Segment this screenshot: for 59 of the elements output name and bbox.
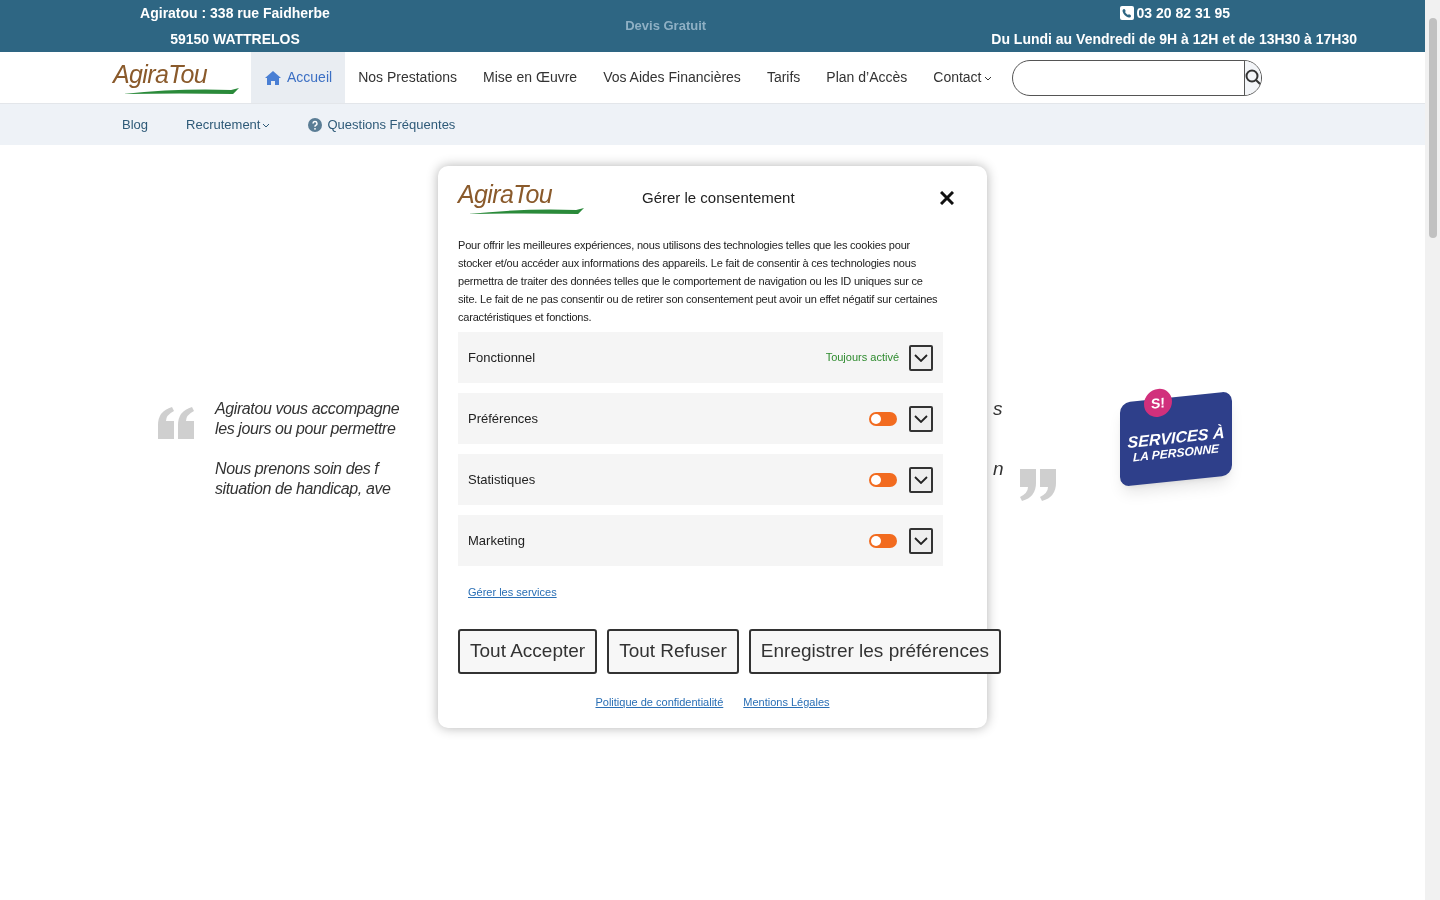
footer-link[interactable]: Politique de confidentialité [595, 693, 724, 710]
chevron-down-icon [914, 475, 928, 484]
consent-description: Pour offrir les meilleures expériences, nous utilisons des technologies telles que les cookies pour stocker et/ou accéder aux informations des appareils. Le fait de consentir à ces technologies nous permettra de traiter des données telles que le comportement de navigation ou les ID uniques sur ce site. Le fait de ne pas consentir ou de retirer son consentement peut avoir un effet négatif sur certaines caractéristiques et fonctions. [458, 238, 939, 325]
nav-tab[interactable]: Nos Prestations [345, 52, 470, 103]
category-label: Fonctionnel [468, 348, 537, 367]
nav-tab[interactable]: Vos Aides Financières [590, 52, 754, 103]
toggle-switch[interactable] [869, 472, 897, 487]
close-icon [940, 191, 954, 205]
quote-mark-icon [158, 407, 194, 439]
category-label: Statistiques [468, 470, 537, 489]
phone-number: 03 20 82 31 95 [1136, 4, 1230, 23]
footer-link[interactable]: Mentions Légales [743, 693, 830, 710]
nav-tab[interactable]: Plan d’Accès [813, 52, 921, 103]
sub-nav-link[interactable]: Recrutement [177, 114, 280, 135]
manage-services-link[interactable]: Gérer les services [468, 584, 557, 601]
home-icon [264, 69, 282, 86]
quote-text: Nous prenons soin des f [215, 459, 381, 479]
quote-text: Agiratou vous accompagne [215, 399, 401, 419]
search-icon [1244, 69, 1261, 86]
category-label: Préférences [468, 409, 540, 428]
logo[interactable]: AgiraTou [113, 59, 208, 88]
expand-button[interactable] [909, 527, 933, 554]
help-icon [308, 117, 323, 132]
opening-hours: Du Lundi au Vendredi de 9H à 12H et de 13H30 à 17H30 [991, 30, 1357, 49]
chevron-down-icon [914, 353, 928, 362]
logo[interactable]: AgiraTou [458, 180, 553, 208]
sub-nav-link[interactable]: Questions Fréquentes [299, 114, 465, 135]
chevron-down-icon [914, 414, 928, 423]
nav-tab[interactable]: Tarifs [753, 52, 814, 103]
quote-text: s [993, 399, 1004, 419]
close-button[interactable] [937, 188, 957, 208]
nav-tab[interactable]: Accueil [251, 52, 346, 103]
consent-button[interactable]: Tout Accepter [458, 628, 598, 674]
nav-tab[interactable]: Mise en Œuvre [469, 52, 591, 103]
toggle-switch[interactable] [869, 411, 897, 426]
quote-text: les jours ou pour permettre [215, 419, 397, 439]
toggle-switch[interactable] [869, 533, 897, 548]
quote-text: situation de handicap, ave [215, 479, 392, 499]
consent-button[interactable]: Tout Refuser [607, 628, 739, 674]
phone-icon [1119, 6, 1134, 20]
address-text: 59150 WATTRELOS [170, 30, 300, 49]
scrollbar[interactable] [1425, 0, 1440, 900]
expand-button[interactable] [909, 344, 933, 371]
expand-button[interactable] [909, 405, 933, 432]
expand-button[interactable] [909, 466, 933, 493]
chevron-down-icon [262, 123, 271, 129]
quote-mark-icon [1019, 469, 1056, 501]
service-badge: S! SERVICES À LA PERSONNE [1119, 391, 1232, 487]
address-text: Agiratou : 338 rue Faidherbe [140, 4, 330, 23]
dialog-title: Gérer le consentement [642, 187, 796, 208]
nav-tab[interactable]: Contact [920, 52, 1005, 103]
quote-text: n [993, 459, 1004, 479]
consent-button[interactable]: Enregistrer les préférences [748, 628, 1001, 674]
sub-nav-link[interactable]: Blog [113, 114, 158, 135]
chevron-down-icon [914, 536, 928, 545]
status-text: Toujours activé [825, 350, 899, 366]
search-button[interactable] [1243, 60, 1261, 95]
chevron-down-icon [983, 76, 992, 82]
category-label: Marketing [468, 531, 527, 550]
